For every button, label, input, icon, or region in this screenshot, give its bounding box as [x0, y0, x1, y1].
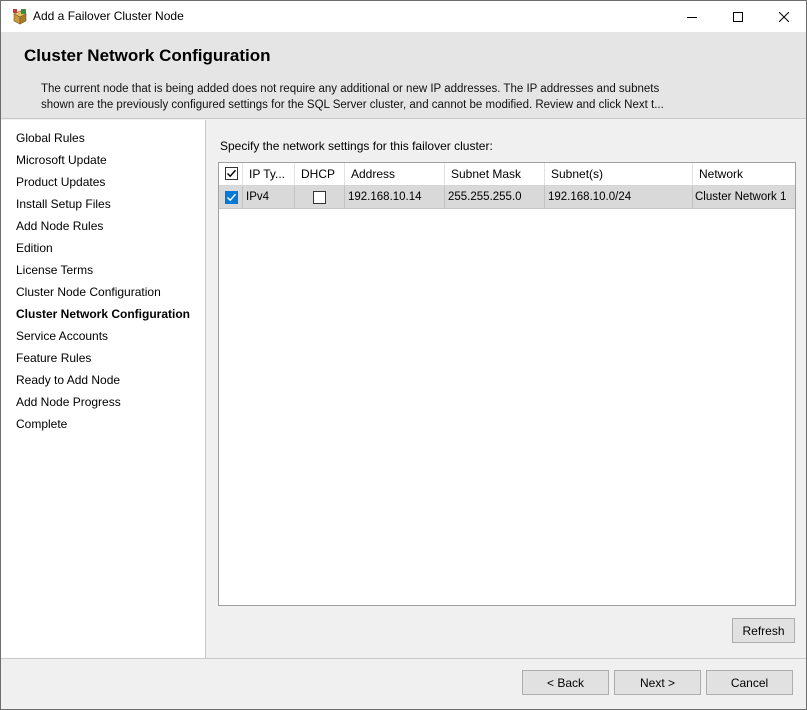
sidebar-item-cluster-node-configuration[interactable]: Cluster Node Configuration — [16, 285, 161, 299]
title-bar: Add a Failover Cluster Node — [1, 1, 806, 32]
sidebar-item-complete[interactable]: Complete — [16, 417, 67, 431]
cell-ip-type: IPv4 — [243, 186, 295, 208]
close-icon — [779, 11, 789, 22]
cell-dhcp — [295, 186, 345, 208]
cell-subnet-mask: 255.255.255.0 — [445, 186, 545, 208]
row-select-cell — [219, 186, 243, 208]
cell-subnets: 192.168.10.0/24 — [545, 186, 693, 208]
sidebar-item-edition[interactable]: Edition — [16, 241, 53, 255]
minimize-button[interactable] — [669, 1, 715, 32]
close-button[interactable] — [761, 1, 806, 32]
page-description: The current node that is being added doe… — [41, 81, 721, 113]
window-title: Add a Failover Cluster Node — [33, 9, 184, 23]
cancel-button[interactable]: Cancel — [706, 670, 793, 695]
select-all-checkbox[interactable] — [225, 167, 238, 180]
page-title: Cluster Network Configuration — [24, 46, 271, 65]
refresh-button[interactable]: Refresh — [732, 618, 795, 643]
dhcp-checkbox[interactable] — [313, 191, 326, 204]
network-grid[interactable]: IP Ty... DHCP Address Subnet Mask Subnet… — [218, 162, 796, 606]
back-button[interactable]: < Back — [522, 670, 609, 695]
sidebar-item-license-terms[interactable]: License Terms — [16, 263, 93, 277]
checkmark-icon — [226, 193, 237, 202]
instruction-label: Specify the network settings for this fa… — [220, 139, 493, 153]
sidebar-item-global-rules[interactable]: Global Rules — [16, 131, 85, 145]
sidebar-item-add-node-rules[interactable]: Add Node Rules — [16, 219, 103, 233]
page-header: Cluster Network Configuration The curren… — [1, 32, 806, 119]
sidebar-item-feature-rules[interactable]: Feature Rules — [16, 351, 91, 365]
maximize-button[interactable] — [715, 1, 761, 32]
maximize-icon — [733, 11, 743, 22]
sidebar-item-ready-to-add-node[interactable]: Ready to Add Node — [16, 373, 120, 387]
cell-address: 192.168.10.14 — [345, 186, 445, 208]
steps-sidebar: Global Rules Microsoft Update Product Up… — [1, 120, 206, 658]
minimize-icon — [687, 16, 697, 18]
main-content: Specify the network settings for this fa… — [207, 120, 806, 658]
setup-box-icon — [12, 9, 28, 25]
column-header-subnet-mask[interactable]: Subnet Mask — [445, 163, 545, 185]
sidebar-item-add-node-progress[interactable]: Add Node Progress — [16, 395, 121, 409]
sidebar-item-cluster-network-configuration[interactable]: Cluster Network Configuration — [16, 307, 190, 321]
sidebar-item-microsoft-update[interactable]: Microsoft Update — [16, 153, 107, 167]
table-row[interactable]: IPv4 192.168.10.14 255.255.255.0 192.168… — [219, 186, 795, 209]
column-header-network[interactable]: Network — [693, 163, 795, 185]
sidebar-item-service-accounts[interactable]: Service Accounts — [16, 329, 108, 343]
cell-network: Cluster Network 1 — [695, 191, 787, 203]
sidebar-item-install-setup-files[interactable]: Install Setup Files — [16, 197, 111, 211]
column-header-dhcp[interactable]: DHCP — [295, 163, 345, 185]
wizard-footer: < Back Next > Cancel — [1, 658, 806, 709]
sidebar-item-product-updates[interactable]: Product Updates — [16, 175, 105, 189]
column-header-address[interactable]: Address — [345, 163, 445, 185]
description-line-2: shown are the previously configured sett… — [41, 99, 664, 111]
row-select-checkbox[interactable] — [225, 191, 238, 204]
checkmark-icon — [226, 169, 237, 178]
setup-window: Add a Failover Cluster Node Cluster Netw… — [0, 0, 807, 710]
column-header-subnets[interactable]: Subnet(s) — [545, 163, 693, 185]
grid-header: IP Ty... DHCP Address Subnet Mask Subnet… — [219, 163, 795, 186]
next-button[interactable]: Next > — [614, 670, 701, 695]
select-all-cell — [219, 163, 243, 185]
description-line-1: The current node that is being added doe… — [41, 83, 660, 95]
column-header-ip-type[interactable]: IP Ty... — [243, 163, 295, 185]
